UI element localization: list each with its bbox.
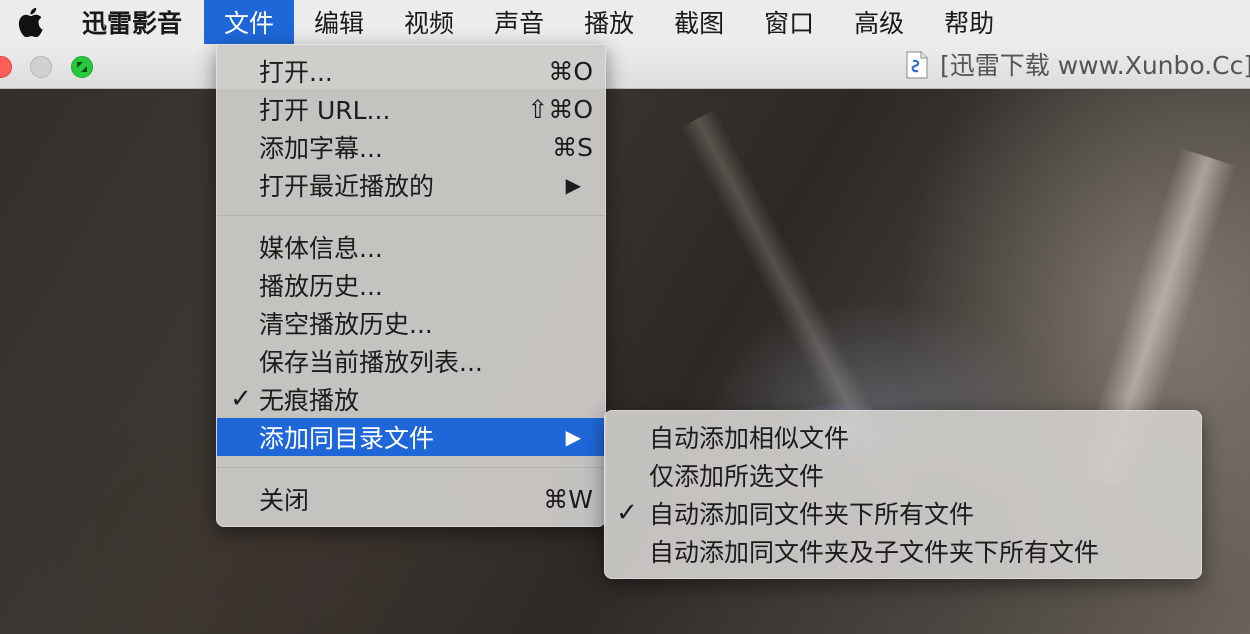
menu-item-label: 播放历史... — [259, 272, 383, 301]
checkmark-icon: ✓ — [230, 384, 252, 414]
menu-item-label: 保存当前播放列表... — [259, 348, 483, 377]
submenu-item-all-recursive[interactable]: 自动添加同文件夹及子文件夹下所有文件 — [605, 532, 1201, 570]
menu-item-open[interactable]: 打开... ⌘O — [217, 52, 605, 90]
menu-app-name[interactable]: 迅雷影音 — [60, 0, 204, 44]
window-close-button[interactable] — [0, 56, 12, 78]
menu-separator — [217, 215, 605, 216]
menu-item-label: 仅添加所选文件 — [649, 462, 825, 491]
menu-item-label: 清空播放历史... — [259, 310, 433, 339]
menu-edit[interactable]: 编辑 — [294, 0, 384, 44]
menu-item-clear-history[interactable]: 清空播放历史... — [217, 304, 605, 342]
menu-item-label: 自动添加相似文件 — [649, 424, 850, 453]
menu-item-label: 打开 URL... — [259, 96, 391, 125]
fullscreen-arrows-icon — [77, 62, 87, 72]
menu-file[interactable]: 文件 — [204, 0, 295, 44]
window-minimize-button[interactable] — [30, 56, 52, 78]
menu-item-recent[interactable]: 打开最近播放的 ▶ — [217, 166, 605, 204]
apple-logo-icon[interactable] — [0, 0, 60, 44]
submenu-item-selected-only[interactable]: 仅添加所选文件 — [605, 456, 1201, 494]
menu-help[interactable]: 帮助 — [924, 0, 1014, 44]
menu-item-label: 关闭 — [259, 486, 310, 515]
menu-video[interactable]: 视频 — [384, 0, 474, 44]
menu-item-label: 媒体信息... — [259, 234, 383, 263]
menu-item-label: 添加同目录文件 — [259, 424, 435, 453]
menu-item-label: 自动添加同文件夹下所有文件 — [649, 500, 975, 529]
menu-item-shortcut: ⌘O — [548, 56, 593, 86]
menu-item-shortcut: ⌘W — [543, 484, 593, 514]
menu-item-close[interactable]: 关闭 ⌘W — [217, 480, 605, 518]
menubar: 迅雷影音 文件 编辑 视频 声音 播放 截图 窗口 高级 帮助 — [0, 0, 1250, 45]
window-title: [迅雷下载 www.Xunbo.Cc] — [940, 51, 1250, 80]
menu-separator — [217, 467, 605, 468]
menu-item-add-same-dir[interactable]: 添加同目录文件 ▶ — [217, 418, 605, 456]
file-menu: 打开... ⌘O 打开 URL... ⇧⌘O 添加字幕... ⌘S 打开最近播放… — [216, 44, 606, 527]
add-same-dir-submenu: 自动添加相似文件 仅添加所选文件 ✓ 自动添加同文件夹下所有文件 自动添加同文件… — [604, 410, 1202, 579]
menu-item-history[interactable]: 播放历史... — [217, 266, 605, 304]
submenu-item-auto-similar[interactable]: 自动添加相似文件 — [605, 418, 1201, 456]
menu-item-label: 无痕播放 — [259, 386, 360, 415]
submenu-arrow-icon: ▶ — [565, 173, 581, 197]
submenu-arrow-icon: ▶ — [565, 425, 581, 449]
window-zoom-button[interactable] — [71, 56, 93, 78]
menu-playback[interactable]: 播放 — [564, 0, 654, 44]
menu-audio[interactable]: 声音 — [474, 0, 564, 44]
menu-item-label: 打开... — [259, 58, 333, 87]
menu-item-shortcut: ⇧⌘O — [527, 94, 593, 124]
menu-screenshot[interactable]: 截图 — [654, 0, 744, 44]
menu-item-add-subtitle[interactable]: 添加字幕... ⌘S — [217, 128, 605, 166]
checkmark-icon: ✓ — [616, 498, 638, 528]
menu-item-label: 添加字幕... — [259, 134, 383, 163]
menu-advanced[interactable]: 高级 — [834, 0, 924, 44]
menu-item-label: 打开最近播放的 — [259, 172, 435, 201]
menu-item-incognito[interactable]: ✓ 无痕播放 — [217, 380, 605, 418]
menu-window[interactable]: 窗口 — [744, 0, 834, 44]
menu-item-shortcut: ⌘S — [552, 132, 593, 162]
menu-item-save-playlist[interactable]: 保存当前播放列表... — [217, 342, 605, 380]
submenu-item-all-in-folder[interactable]: ✓ 自动添加同文件夹下所有文件 — [605, 494, 1201, 532]
document-icon — [906, 51, 928, 79]
menu-item-media-info[interactable]: 媒体信息... — [217, 228, 605, 266]
menu-item-open-url[interactable]: 打开 URL... ⇧⌘O — [217, 90, 605, 128]
menu-item-label: 自动添加同文件夹及子文件夹下所有文件 — [649, 538, 1100, 567]
